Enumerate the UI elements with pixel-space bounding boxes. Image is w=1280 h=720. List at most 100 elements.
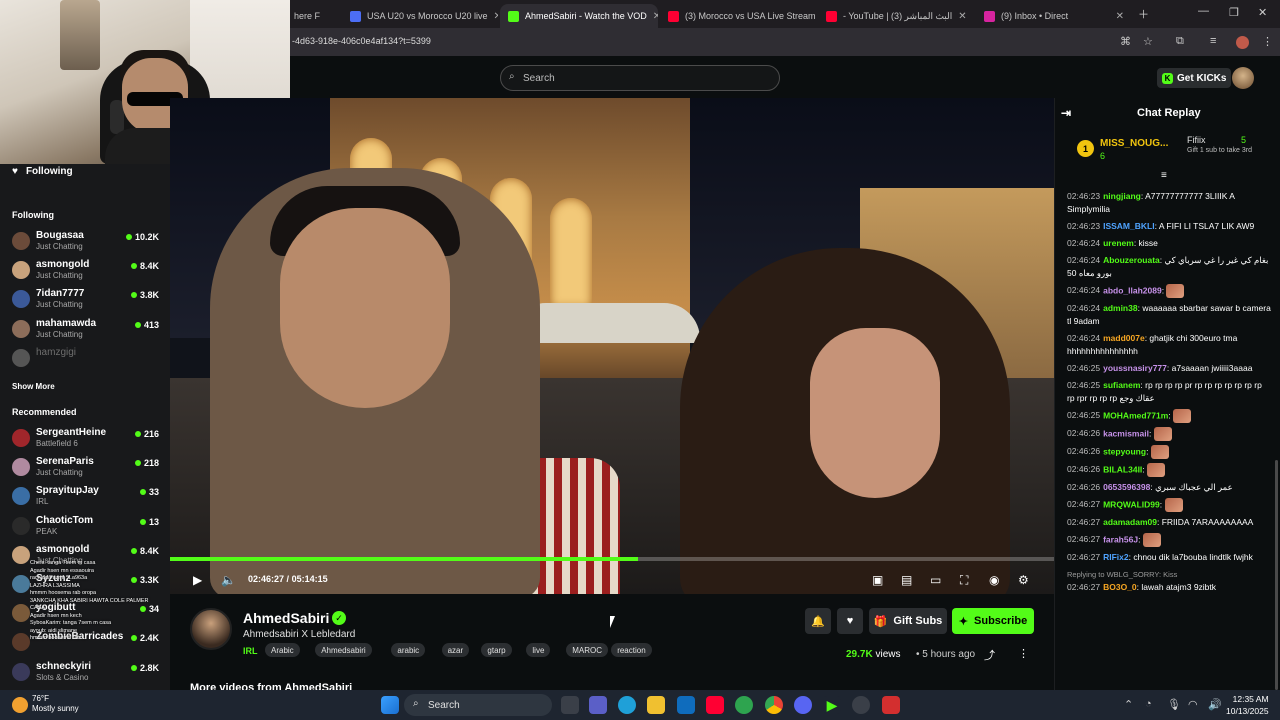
task-view-icon[interactable] (561, 696, 579, 714)
tag-chip[interactable]: Arabic (265, 643, 300, 657)
tag-chip[interactable]: azar (441, 643, 470, 657)
message-username[interactable]: youssnasiry777 (1103, 363, 1167, 373)
edge-icon[interactable] (618, 696, 636, 714)
volume-icon[interactable]: 🔈 (221, 573, 236, 587)
browser-tab-1[interactable]: here F (286, 4, 338, 28)
url-field[interactable]: -4d63-918e-406c0e4af134?t=5399 (292, 36, 431, 46)
miniplayer-icon[interactable]: ▣ (872, 573, 883, 587)
gift-prompt[interactable]: Gift 1 sub to take 3rd (1187, 147, 1267, 155)
chat-message[interactable]: 02:46:25 youssnasiry777: a7saaaan jwiiiii… (1067, 362, 1271, 375)
expand-leaderboard-icon[interactable]: ≡ (1161, 170, 1167, 181)
chat-message[interactable]: 02:46:26 0653596398: عمر الي عجباك سبري (1067, 481, 1271, 494)
message-username[interactable]: Abouzerouata (1103, 255, 1160, 265)
message-username[interactable]: farah56J (1103, 534, 1138, 544)
weather-widget[interactable]: 76°F Mostly sunny (32, 694, 79, 714)
speed-icon[interactable]: ◉ (989, 573, 999, 587)
windows-start-icon[interactable] (381, 696, 399, 714)
chat-message[interactable]: 02:46:26 kacmismail: (1067, 427, 1271, 441)
chrome-icon[interactable] (765, 696, 783, 714)
following-channel[interactable]: hamzgigi (12, 347, 162, 375)
message-username[interactable]: MRQWALID99 (1103, 499, 1160, 509)
wifi-icon[interactable]: ◠ (1188, 698, 1198, 711)
close-tab-icon[interactable]: ✕ (1116, 11, 1124, 22)
video-progress-bar[interactable] (170, 557, 1054, 561)
more-options-icon[interactable]: ⋮ (1018, 647, 1029, 660)
speaker-icon[interactable]: 🔊 (1208, 698, 1222, 711)
following-channel[interactable]: asmongold Just Chatting 8.4K (12, 259, 162, 287)
theater-mode-icon[interactable]: ▭ (930, 573, 941, 587)
tag-chip[interactable]: live (526, 643, 551, 657)
profile-avatar[interactable] (1236, 36, 1249, 49)
message-username[interactable]: ISSAM_BKLI (1103, 221, 1154, 231)
stream-category[interactable]: IRL (243, 646, 258, 656)
sidebar-following-tab[interactable]: ♥ Following (12, 166, 73, 177)
following-channel[interactable]: mahamawda Just Chatting 413 (12, 318, 162, 346)
reading-list-icon[interactable]: ≡ (1210, 35, 1216, 47)
message-username[interactable]: BO3O_0 (1103, 582, 1137, 592)
message-username[interactable]: kacmismail (1103, 428, 1149, 438)
close-tab-icon[interactable]: ✕ (653, 11, 658, 22)
chat-message[interactable]: 02:46:27 MRQWALID99: (1067, 498, 1271, 512)
chat-message[interactable]: 02:46:27 adamadam09: FRIIDA 7ARAAAAAAAA (1067, 516, 1271, 529)
leader-name[interactable]: MISS_NOUG... (1100, 138, 1168, 149)
chat-message[interactable]: 02:46:24 admin38: waaaaaa sbarbar sawar b… (1067, 302, 1271, 328)
tag-chip[interactable]: gtarp (481, 643, 512, 657)
channel-name[interactable]: AhmedSabiri (243, 610, 329, 626)
runner-name[interactable]: Fifiix (1187, 135, 1206, 145)
kick-app-icon[interactable]: ▶ (823, 696, 841, 714)
share-icon[interactable]: ⤴ (984, 647, 995, 663)
chat-message[interactable]: 02:46:23 ningjiang: A77777777777 3LIIIK A… (1067, 190, 1271, 216)
chat-message[interactable]: 02:46:24 urenem: kisse (1067, 237, 1271, 250)
user-avatar[interactable] (1232, 67, 1254, 89)
chat-message[interactable]: 02:46:26 BILAL34II: (1067, 463, 1271, 477)
message-username[interactable]: admin38 (1103, 303, 1138, 313)
translate-icon[interactable]: ⌘ (1120, 35, 1131, 48)
subscribe-button[interactable]: ✦ Subscribe (952, 608, 1034, 634)
tag-chip[interactable]: MAROC (566, 643, 608, 657)
message-username[interactable]: BILAL34II (1103, 464, 1142, 474)
message-username[interactable]: abdo_llah2089 (1103, 285, 1162, 295)
outlook-icon[interactable] (677, 696, 695, 714)
chat-message[interactable]: 02:46:25 sufianem: rp rp rp rp pr rp rp r… (1067, 379, 1271, 405)
message-username[interactable]: urenem (1103, 238, 1134, 248)
chat-message[interactable]: 02:46:25 MOHAmed771m: (1067, 409, 1271, 423)
chat-message[interactable]: 02:46:27 RIFix2: chnou dik la7bouba lindt… (1067, 551, 1271, 564)
chat-message[interactable]: 02:46:26 stepyoung: (1067, 445, 1271, 459)
browser-tab-5[interactable]: - YouTube | البث المباشر (3) ✕ (818, 4, 974, 28)
chat-message[interactable]: 02:46:24 Abouzerouata: بغام كي غير را غي … (1067, 254, 1271, 280)
recommended-channel[interactable]: SprayitupJay IRL 33 (12, 485, 162, 513)
steam-icon[interactable] (852, 696, 870, 714)
collapse-chat-icon[interactable]: ⇥ (1061, 106, 1071, 120)
chat-message[interactable]: 02:46:23 ISSAM_BKLI: A FIFI LI TSLA7 LIK … (1067, 220, 1271, 233)
network-icon[interactable]: ◔ (1145, 698, 1152, 710)
message-username[interactable]: sufianem (1103, 380, 1140, 390)
message-username[interactable]: 0653596398 (1103, 482, 1150, 492)
settings-gear-icon[interactable]: ⚙ (1018, 573, 1029, 587)
show-more-link[interactable]: Show More (12, 382, 55, 391)
youtube-icon[interactable] (706, 696, 724, 714)
app-icon[interactable] (735, 696, 753, 714)
clip-icon[interactable]: ▤ (901, 573, 912, 587)
follow-heart-button[interactable]: ♥ (837, 608, 863, 634)
message-username[interactable]: madd007e (1103, 333, 1145, 343)
notification-bell-button[interactable]: 🔔 (805, 608, 831, 634)
restore-icon[interactable]: ❐ (1229, 6, 1239, 19)
message-username[interactable]: MOHAmed771m (1103, 410, 1168, 420)
recommended-channel[interactable]: SerenaParis Just Chatting 218 (12, 456, 162, 484)
message-username[interactable]: RIFix2 (1103, 552, 1129, 562)
microphone-icon[interactable]: 🎙 (1167, 698, 1181, 711)
recommended-channel[interactable]: ChaoticTom PEAK 13 (12, 515, 162, 543)
chat-message[interactable]: 02:46:24 abdo_llah2089: (1067, 284, 1271, 298)
recommended-channel[interactable]: SergeantHeine Battlefield 6 216 (12, 427, 162, 455)
close-window-icon[interactable]: ✕ (1258, 6, 1267, 19)
get-kicks-button[interactable]: K Get KICKs (1157, 68, 1232, 88)
chat-message[interactable]: 02:46:27 BO3O_0: lawah atajm3 9zibtk (1067, 581, 1271, 594)
chat-message[interactable]: 02:46:27 farah56J: (1067, 533, 1271, 547)
minimize-icon[interactable]: — (1198, 5, 1209, 17)
chat-message[interactable]: 02:46:24 madd007e: ghatjik chi 300euro tm… (1067, 332, 1271, 358)
discord-icon[interactable] (794, 696, 812, 714)
gift-subs-button[interactable]: 🎁 Gift Subs (869, 608, 947, 634)
bookmark-star-icon[interactable]: ☆ (1143, 35, 1153, 48)
tag-chip[interactable]: Ahmedsabiri (315, 643, 372, 657)
teams-icon[interactable] (589, 696, 607, 714)
